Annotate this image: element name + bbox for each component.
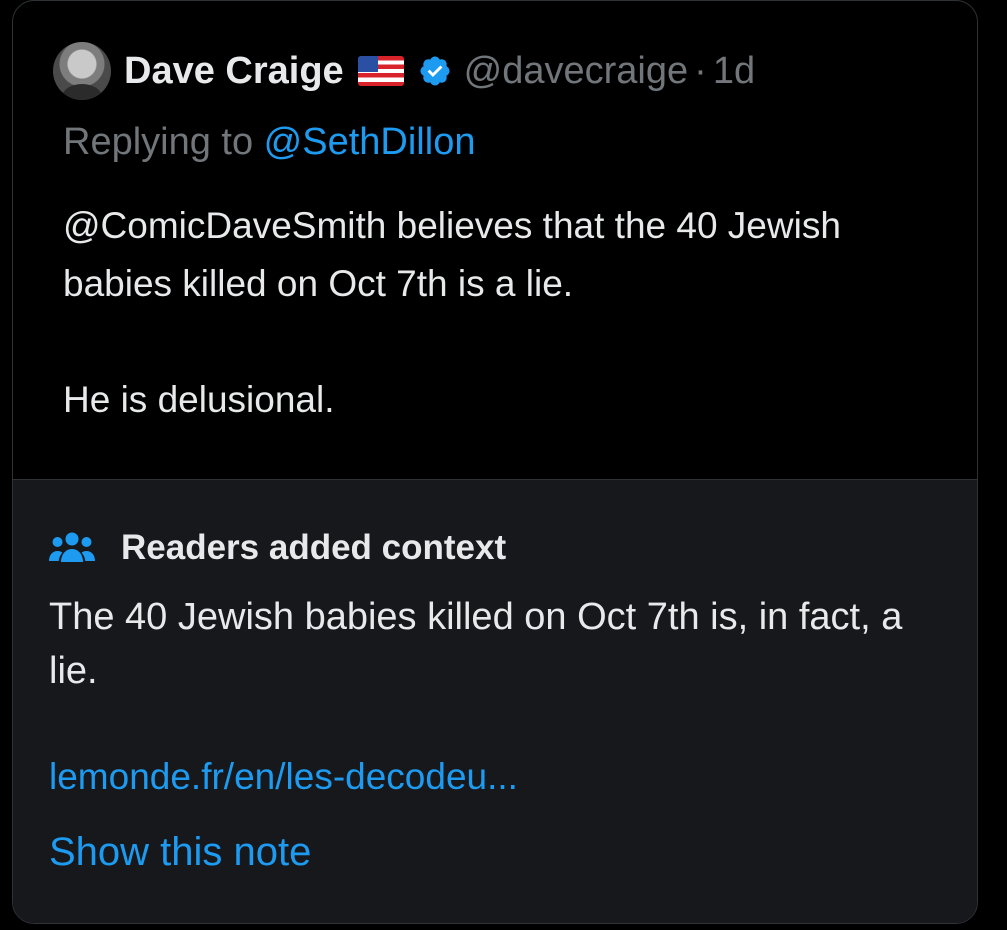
show-this-note-button[interactable]: Show this note	[49, 830, 311, 875]
community-note-title: Readers added context	[121, 528, 507, 567]
verified-badge-icon	[420, 56, 450, 86]
community-note-header: Readers added context	[49, 528, 506, 568]
tweet-card[interactable]: Dave Craige @davecraige · 1d Replying to…	[12, 0, 978, 924]
us-flag-icon	[357, 56, 404, 86]
community-note: Readers added context The 40 Jewish babi…	[13, 479, 977, 923]
tweet-text-paragraph: @ComicDaveSmith believes that the 40 Jew…	[63, 205, 841, 304]
tweet[interactable]: Dave Craige @davecraige · 1d Replying to…	[13, 1, 977, 479]
author-handle[interactable]: @davecraige	[464, 50, 688, 93]
avatar[interactable]	[53, 42, 111, 100]
community-note-text: The 40 Jewish babies killed on Oct 7th i…	[49, 596, 903, 692]
readers-group-icon	[49, 532, 95, 562]
tweet-text: @ComicDaveSmith believes that the 40 Jew…	[63, 197, 943, 429]
community-note-source-link[interactable]: lemonde.fr/en/les-decodeu...	[49, 756, 518, 798]
replying-mention-link[interactable]: @SethDillon	[264, 121, 476, 163]
tweet-header: Dave Craige @davecraige · 1d	[53, 41, 755, 101]
tweet-text-paragraph: He is delusional.	[63, 379, 335, 420]
author-name[interactable]: Dave Craige	[124, 50, 344, 93]
tweet-timestamp[interactable]: 1d	[713, 50, 755, 93]
replying-to: Replying to @SethDillon	[63, 121, 475, 164]
separator-dot: ·	[694, 49, 707, 92]
replying-prefix: Replying to	[63, 121, 264, 163]
